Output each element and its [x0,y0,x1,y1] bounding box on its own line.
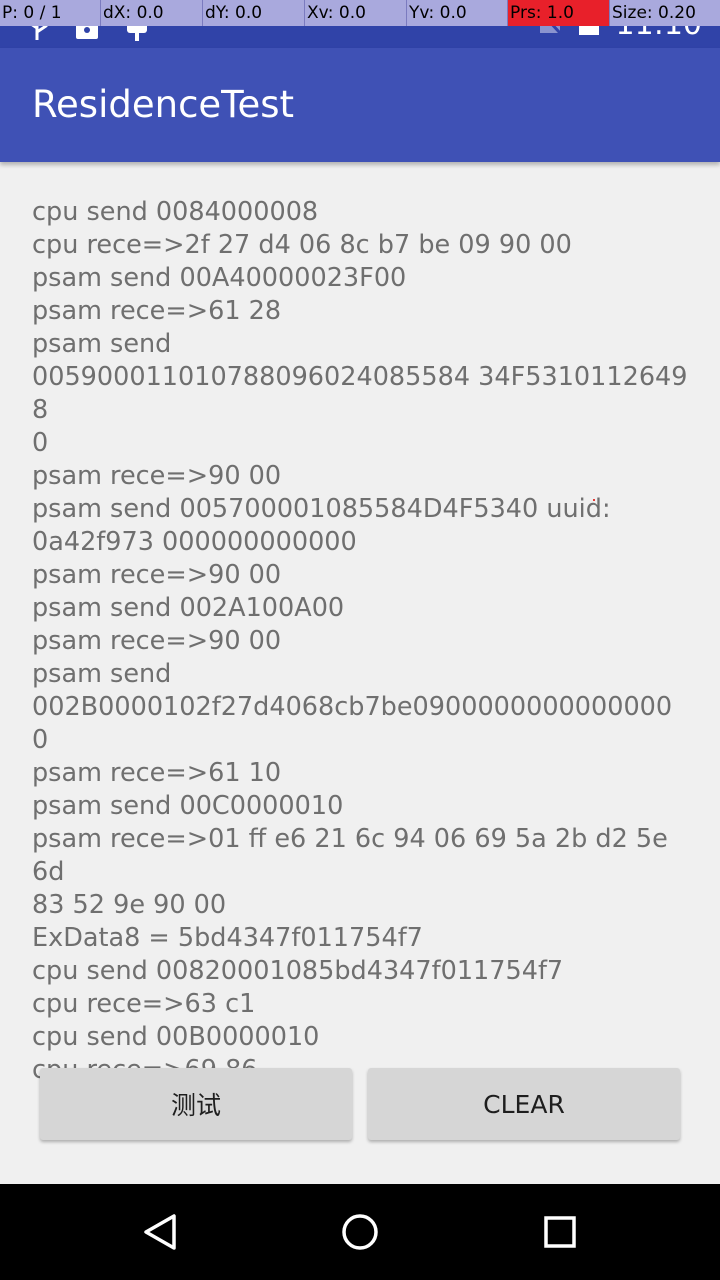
recents-square-icon [544,1216,576,1248]
log-line: cpu send 00B0000010 [32,1022,320,1052]
log-line: cpu rece=>2f 27 d4 06 8c b7 be 09 90 00 [32,230,572,260]
screen: 11:10 P: 0 / 1 dX: 0.0 dY: 0.0 Xv: 0.0 Y… [0,0,720,1280]
log-line: psam rece=>01 ff e6 21 6c 94 06 69 5a 2b… [32,824,668,887]
touch-point-dot [593,499,595,501]
log-line: psam rece=>90 00 [32,461,282,491]
app-title: ResidenceTest [32,83,295,126]
pointer-location-overlay: P: 0 / 1 dX: 0.0 dY: 0.0 Xv: 0.0 Yv: 0.0… [0,0,720,26]
navigation-bar [0,1184,720,1280]
log-output: cpu send 0084000008 cpu rece=>2f 27 d4 06… [32,196,692,1087]
log-line: 005900011010788096024085584 34F531011264… [32,362,688,425]
log-line: 002B0000102f27d4068cb7be0900000000000000 [32,692,673,722]
log-line: psam rece=>90 00 [32,626,282,656]
home-button[interactable] [300,1184,420,1280]
log-line: 0a42f973 000000000000 [32,527,357,557]
log-line: psam send [32,659,172,689]
log-line: psam send 00A40000023F00 [32,263,407,293]
log-line: psam send [32,329,172,359]
log-line: psam rece=>61 10 [32,758,282,788]
test-button[interactable]: 测试 [40,1068,352,1140]
log-line: 0 [32,428,49,458]
log-line: psam rece=>90 00 [32,560,282,590]
log-line: psam send 00C0000010 [32,791,344,821]
log-line: psam rece=>61 28 [32,296,282,326]
clear-button[interactable]: CLEAR [368,1068,680,1140]
log-line: psam send 005700001085584D4F5340 uuid: [32,494,611,524]
log-line: ExData8 = 5bd4347f011754f7 [32,923,423,953]
log-line: cpu rece=>63 c1 [32,989,256,1019]
home-circle-icon [342,1214,378,1250]
overlay-xv: Xv: 0.0 [305,0,407,26]
recents-button[interactable] [500,1184,620,1280]
log-line: cpu send 00820001085bd4347f011754f7 [32,956,564,986]
overlay-pressure: Prs: 1.0 [508,0,610,26]
log-line: 83 52 9e 90 00 [32,890,227,920]
back-button[interactable] [100,1184,220,1280]
overlay-size: Size: 0.20 [612,3,696,23]
log-line: 0 [32,725,49,755]
overlay-dx: dX: 0.0 [101,0,203,26]
overlay-dy: dY: 0.0 [203,0,305,26]
log-line: cpu send 0084000008 [32,197,319,227]
log-line: psam send 002A100A00 [32,593,345,623]
overlay-pointer-count: P: 0 / 1 [0,0,101,26]
back-triangle-icon [144,1214,176,1250]
overlay-yv: Yv: 0.0 [407,0,508,26]
app-toolbar: ResidenceTest [0,48,720,162]
